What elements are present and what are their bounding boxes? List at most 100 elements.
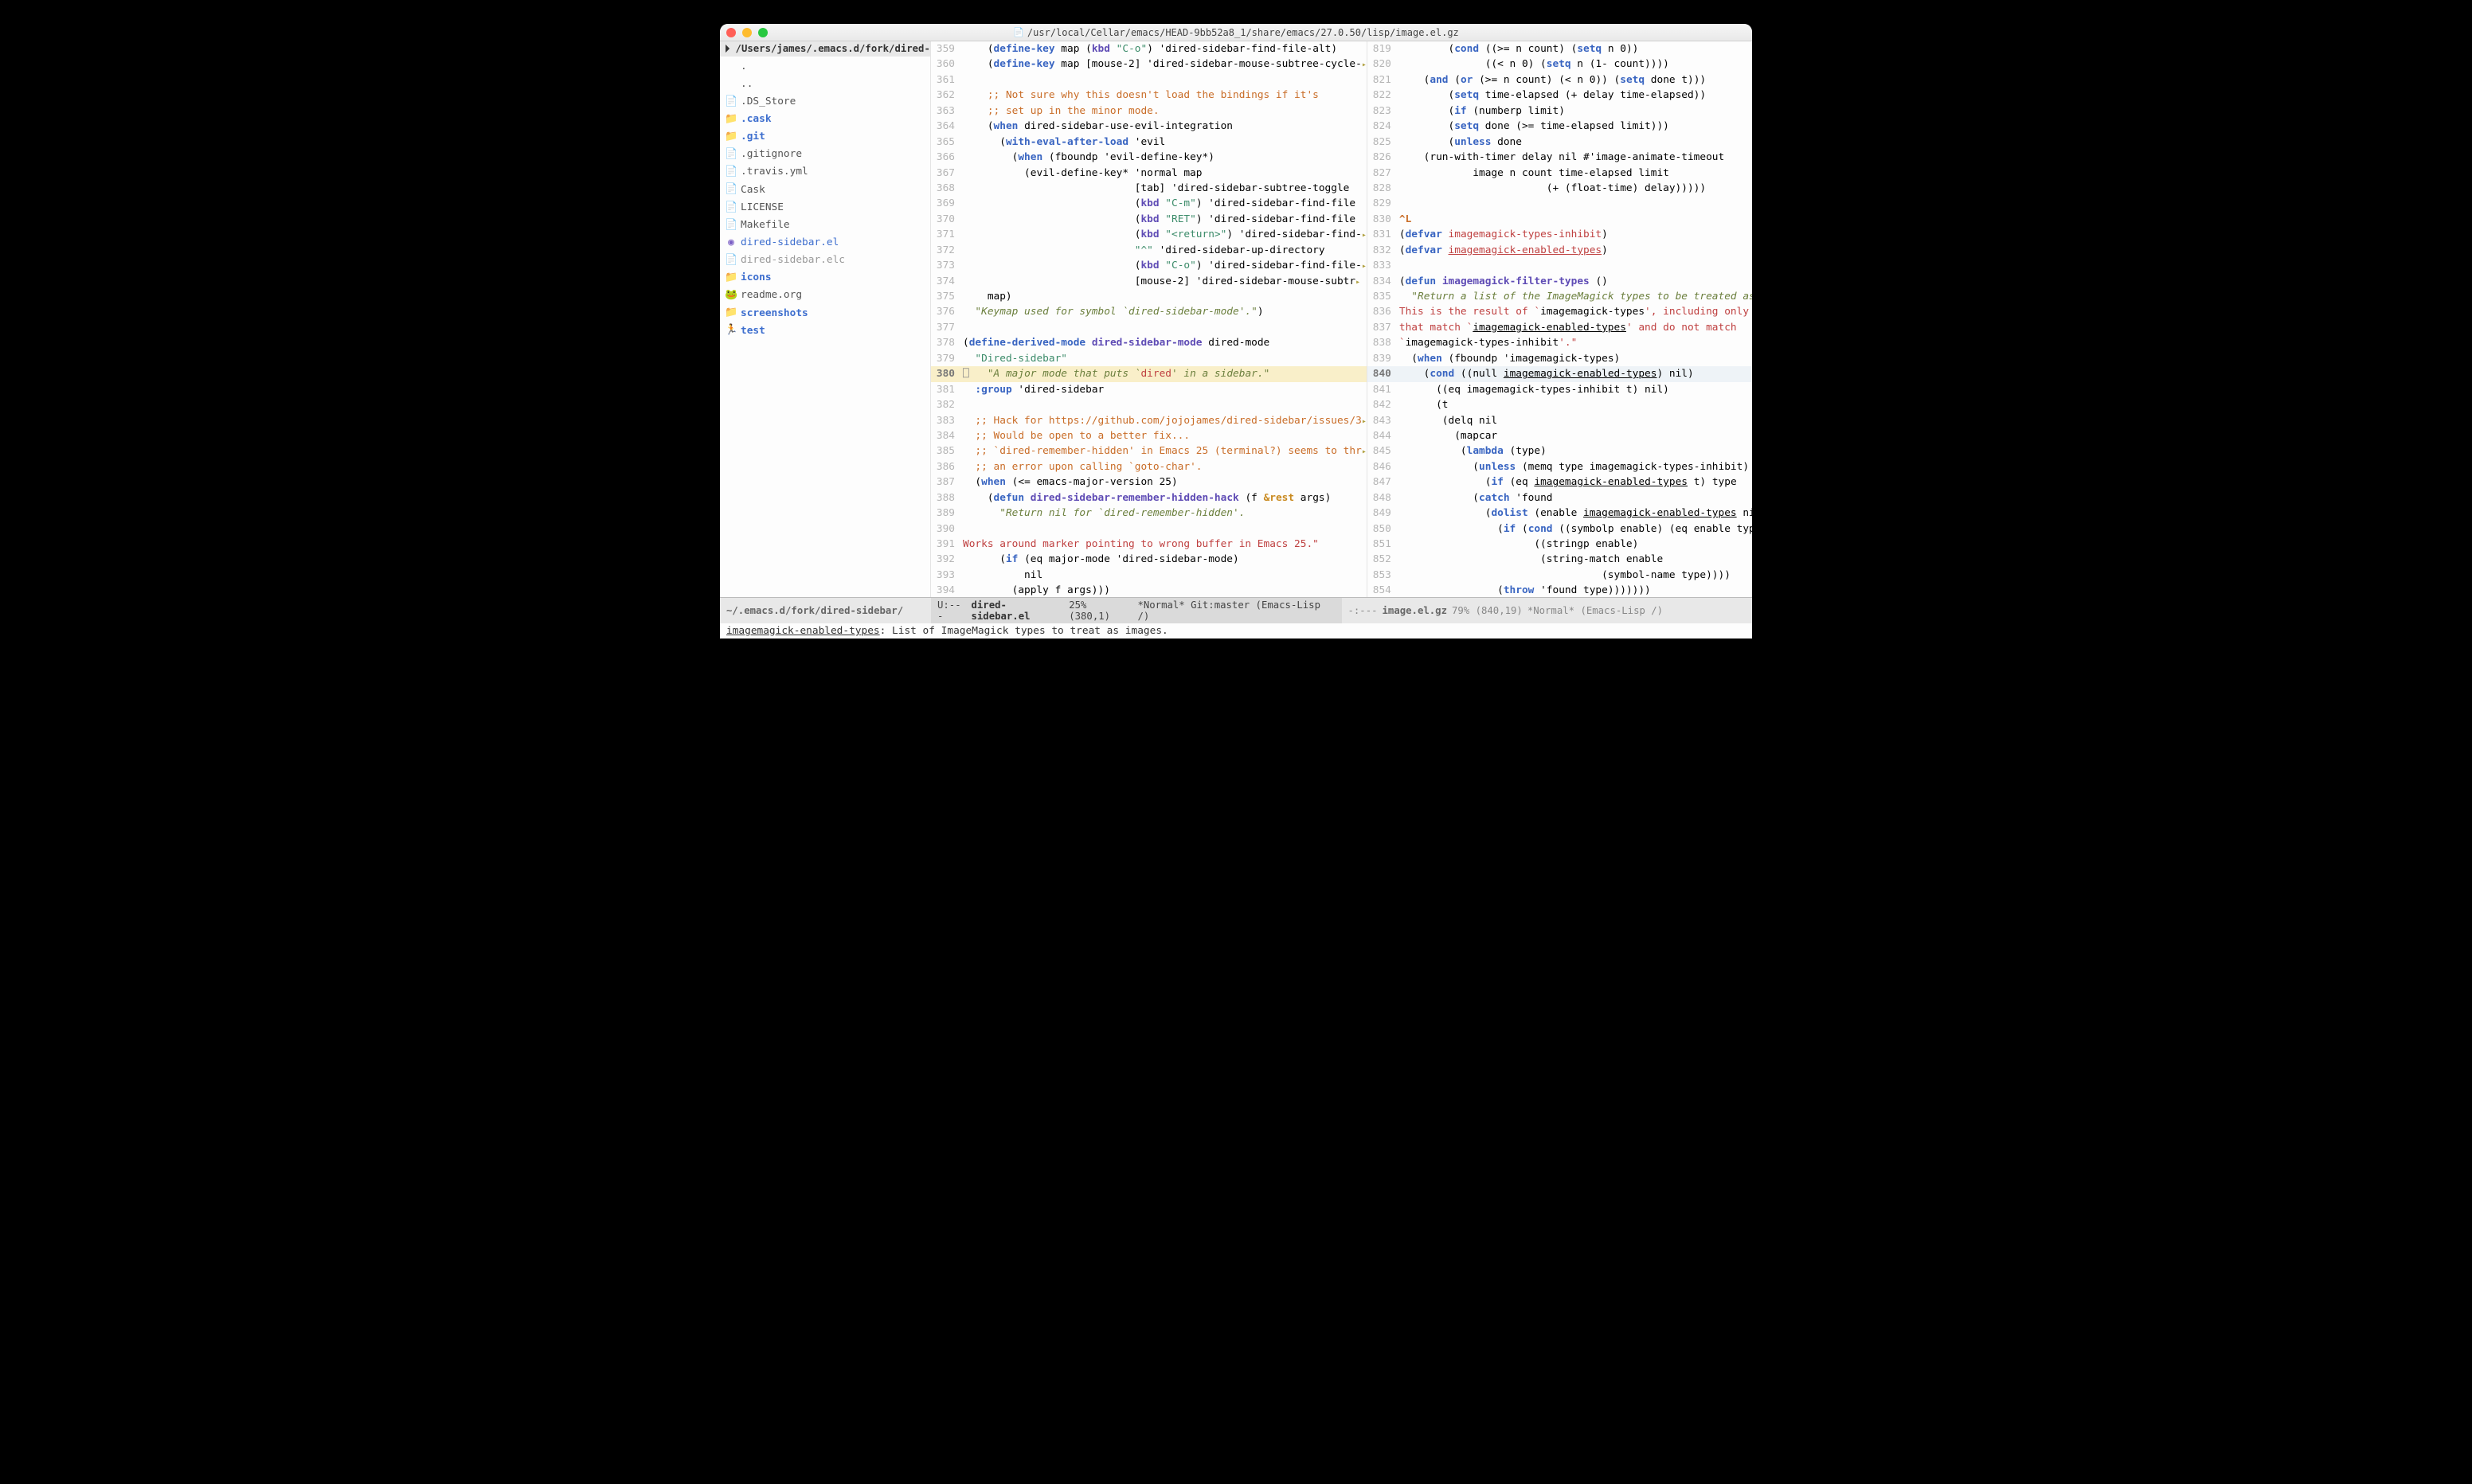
code-line[interactable]: 383 ;; Hack for https://github.com/jojoj… [931, 413, 1367, 428]
code-line[interactable]: 846 (unless (memq type imagemagick-types… [1367, 459, 1752, 474]
sidebar-item[interactable]: . [720, 58, 930, 76]
code-line[interactable]: 385 ;; `dired-remember-hidden' in Emacs … [931, 443, 1367, 459]
code-line[interactable]: 363 ;; set up in the minor mode. [931, 103, 1367, 119]
code-line[interactable]: 844 (mapcar [1367, 428, 1752, 443]
code-line[interactable]: 380⎕ "A major mode that puts `dired' in … [931, 366, 1367, 381]
right-pane[interactable]: 819 (cond ((>= n count) (setq n 0))820 (… [1367, 41, 1752, 597]
code-line[interactable]: 364 (when dired-sidebar-use-evil-integra… [931, 119, 1367, 134]
dired-sidebar[interactable]: ⏵ /Users/james/.emacs.d/fork/dired-side▸… [720, 41, 931, 597]
code-line[interactable]: 833 [1367, 258, 1752, 273]
titlebar[interactable]: 📄 /usr/local/Cellar/emacs/HEAD-9bb52a8_1… [720, 24, 1752, 41]
code-line[interactable]: 837that match `imagemagick-enabled-types… [1367, 320, 1752, 335]
code-line[interactable]: 374 [mouse-2] 'dired-sidebar-mouse-subtr [931, 274, 1367, 289]
code-line[interactable]: 827 image n count time-elapsed limit [1367, 166, 1752, 181]
code-line[interactable]: 841 ((eq imagemagick-types-inhibit t) ni… [1367, 382, 1752, 397]
code-line[interactable]: 826 (run-with-timer delay nil #'image-an… [1367, 150, 1752, 165]
code-line[interactable]: 388 (defun dired-sidebar-remember-hidden… [931, 490, 1367, 506]
code-line[interactable]: 848 (catch 'found [1367, 490, 1752, 506]
code-line[interactable]: 853 (symbol-name type)))) [1367, 568, 1752, 583]
code-line[interactable]: 377 [931, 320, 1367, 335]
code-line[interactable]: 842 (t [1367, 397, 1752, 412]
code-line[interactable]: 362 ;; Not sure why this doesn't load th… [931, 88, 1367, 103]
code-line[interactable]: 849 (dolist (enable imagemagick-enabled-… [1367, 506, 1752, 521]
code-line[interactable]: 386 ;; an error upon calling `goto-char'… [931, 459, 1367, 474]
close-button[interactable] [726, 28, 736, 37]
code-line[interactable]: 836This is the result of `imagemagick-ty… [1367, 304, 1752, 319]
left-modeline[interactable]: U:--- dired-sidebar.el 25% (380,1) *Norm… [931, 597, 1342, 623]
sidebar-item[interactable]: 🏃test [720, 322, 930, 339]
sidebar-item[interactable]: 📁.git [720, 128, 930, 146]
code-line[interactable]: 368 [tab] 'dired-sidebar-subtree-toggle [931, 181, 1367, 196]
sidebar-item[interactable]: 📄dired-sidebar.elc [720, 252, 930, 269]
code-line[interactable]: 851 ((stringp enable) [1367, 537, 1752, 552]
code-line[interactable]: 845 (lambda (type) [1367, 443, 1752, 459]
code-line[interactable]: 393 nil [931, 568, 1367, 583]
code-line[interactable]: 390 [931, 521, 1367, 537]
minibuffer[interactable]: imagemagick-enabled-types: List of Image… [720, 623, 1752, 639]
sidebar-item[interactable]: 🐸readme.org [720, 287, 930, 304]
code-line[interactable]: 840 (cond ((null imagemagick-enabled-typ… [1367, 366, 1752, 381]
code-line[interactable]: 382 [931, 397, 1367, 412]
code-line[interactable]: 831(defvar imagemagick-types-inhibit) [1367, 227, 1752, 242]
sidebar-modeline[interactable]: ~/.emacs.d/fork/dired-sidebar/ [720, 597, 931, 623]
code-line[interactable]: 389 "Return nil for `dired-remember-hidd… [931, 506, 1367, 521]
code-line[interactable]: 824 (setq done (>= time-elapsed limit))) [1367, 119, 1752, 134]
sidebar-item[interactable]: 📄.DS_Store [720, 93, 930, 111]
code-line[interactable]: 371 (kbd "<return>") 'dired-sidebar-find… [931, 227, 1367, 242]
code-line[interactable]: 375 map) [931, 289, 1367, 304]
code-line[interactable]: 376 "Keymap used for symbol `dired-sideb… [931, 304, 1367, 319]
code-line[interactable]: 391Works around marker pointing to wrong… [931, 537, 1367, 552]
code-line[interactable]: 852 (string-match enable [1367, 552, 1752, 567]
code-line[interactable]: 821 (and (or (>= n count) (< n 0)) (setq… [1367, 72, 1752, 88]
sidebar-item[interactable]: 📄Makefile [720, 217, 930, 234]
code-line[interactable]: 361 [931, 72, 1367, 88]
code-line[interactable]: 367 (evil-define-key* 'normal map [931, 166, 1367, 181]
sidebar-item[interactable]: 📄LICENSE [720, 199, 930, 217]
code-line[interactable]: 839 (when (fboundp 'imagemagick-types) [1367, 351, 1752, 366]
code-line[interactable]: 835 "Return a list of the ImageMagick ty… [1367, 289, 1752, 304]
code-line[interactable]: 392 (if (eq major-mode 'dired-sidebar-mo… [931, 552, 1367, 567]
code-line[interactable]: 843 (delq nil [1367, 413, 1752, 428]
code-line[interactable]: 373 (kbd "C-o") 'dired-sidebar-find-file… [931, 258, 1367, 273]
code-line[interactable]: 387 (when (<= emacs-major-version 25) [931, 474, 1367, 490]
code-line[interactable]: 369 (kbd "C-m") 'dired-sidebar-find-file [931, 196, 1367, 211]
sidebar-item[interactable]: 📄.gitignore [720, 146, 930, 163]
sidebar-item[interactable]: .. [720, 76, 930, 93]
sidebar-item[interactable]: ◉dired-sidebar.el [720, 234, 930, 252]
code-line[interactable]: 819 (cond ((>= n count) (setq n 0)) [1367, 41, 1752, 57]
code-line[interactable]: 829 [1367, 196, 1752, 211]
code-line[interactable]: 360 (define-key map [mouse-2] 'dired-sid… [931, 57, 1367, 72]
code-line[interactable]: 378(define-derived-mode dired-sidebar-mo… [931, 335, 1367, 350]
sidebar-item[interactable]: 📁.cask [720, 111, 930, 128]
code-line[interactable]: 850 (if (cond ((symbolp enable) (eq enab… [1367, 521, 1752, 537]
code-line[interactable]: 847 (if (eq imagemagick-enabled-types t)… [1367, 474, 1752, 490]
minimize-button[interactable] [742, 28, 752, 37]
sidebar-path[interactable]: ⏵ /Users/james/.emacs.d/fork/dired-side▸ [720, 41, 930, 57]
code-line[interactable]: 381 :group 'dired-sidebar [931, 382, 1367, 397]
code-line[interactable]: 359 (define-key map (kbd "C-o") 'dired-s… [931, 41, 1367, 57]
code-line[interactable]: 394 (apply f args))) [931, 583, 1367, 597]
code-line[interactable]: 854 (throw 'found type))))))) [1367, 583, 1752, 597]
code-line[interactable]: 370 (kbd "RET") 'dired-sidebar-find-file [931, 212, 1367, 227]
code-line[interactable]: 825 (unless done [1367, 135, 1752, 150]
code-line[interactable]: 832(defvar imagemagick-enabled-types) [1367, 243, 1752, 258]
left-pane[interactable]: 359 (define-key map (kbd "C-o") 'dired-s… [931, 41, 1367, 597]
code-line[interactable]: 834(defun imagemagick-filter-types () [1367, 274, 1752, 289]
code-line[interactable]: 838`imagemagick-types-inhibit'." [1367, 335, 1752, 350]
code-line[interactable]: 379 "Dired-sidebar" [931, 351, 1367, 366]
sidebar-item[interactable]: 📁screenshots [720, 304, 930, 322]
right-modeline[interactable]: -:--- image.el.gz 79% (840,19) *Normal* … [1342, 597, 1753, 623]
sidebar-item[interactable]: 📄Cask [720, 181, 930, 198]
sidebar-item[interactable]: 📁icons [720, 269, 930, 287]
zoom-button[interactable] [758, 28, 768, 37]
code-line[interactable]: 822 (setq time-elapsed (+ delay time-ela… [1367, 88, 1752, 103]
code-line[interactable]: 828 (+ (float-time) delay))))) [1367, 181, 1752, 196]
code-line[interactable]: 384 ;; Would be open to a better fix... [931, 428, 1367, 443]
code-line[interactable]: 365 (with-eval-after-load 'evil [931, 135, 1367, 150]
code-line[interactable]: 823 (if (numberp limit) [1367, 103, 1752, 119]
code-line[interactable]: 820 ((< n 0) (setq n (1- count)))) [1367, 57, 1752, 72]
code-line[interactable]: 366 (when (fboundp 'evil-define-key*) [931, 150, 1367, 165]
sidebar-item[interactable]: 📄.travis.yml [720, 163, 930, 181]
code-line[interactable]: 830^L [1367, 212, 1752, 227]
code-line[interactable]: 372 "^" 'dired-sidebar-up-directory [931, 243, 1367, 258]
